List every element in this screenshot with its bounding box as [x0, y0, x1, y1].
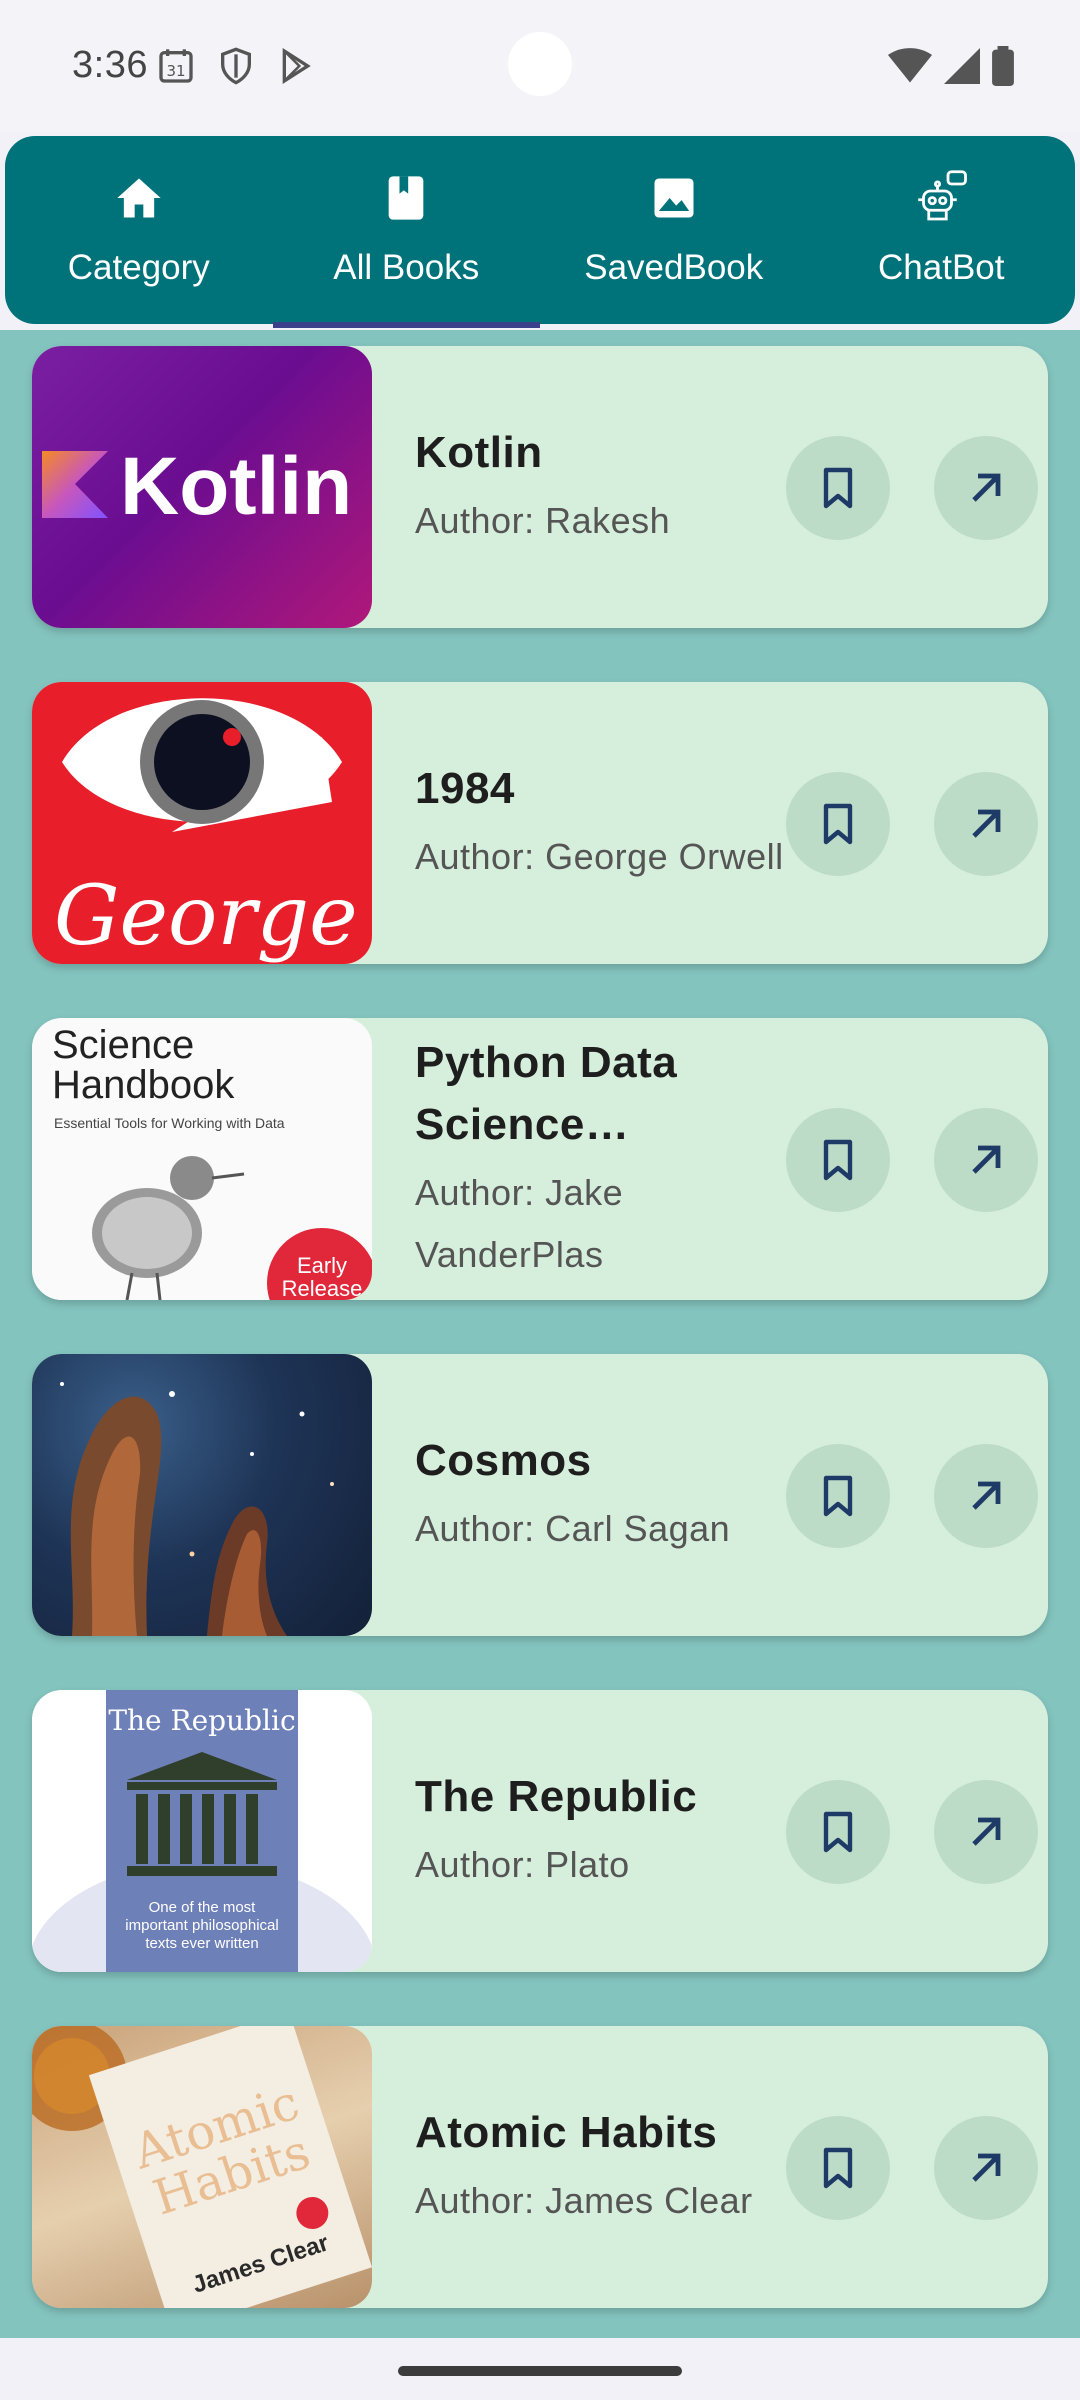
book-icon	[378, 170, 434, 226]
bookmark-icon	[823, 467, 853, 509]
svg-text:Handbook: Handbook	[52, 1063, 235, 1107]
book-list: Kotlin Kotlin Author: Rakesh George 1984…	[32, 346, 1048, 2362]
bookmark-icon	[823, 1811, 853, 1853]
book-card[interactable]: The Republic One of the most important p…	[32, 1690, 1048, 1972]
cover-text: Science	[52, 1023, 194, 1067]
arrow-up-right-icon	[972, 1817, 1001, 1846]
bookmark-icon	[823, 2147, 853, 2189]
bookmark-icon	[823, 1139, 853, 1181]
book-card[interactable]: Kotlin Kotlin Author: Rakesh	[32, 346, 1048, 628]
image-icon	[646, 170, 702, 226]
book-card[interactable]: George 1984 Author: George Orwell	[32, 682, 1048, 964]
book-author: Author: George Orwell	[415, 836, 784, 877]
save-book-button[interactable]	[786, 436, 890, 540]
svg-text:Release: Release	[282, 1276, 363, 1300]
status-right-icons	[888, 46, 1014, 86]
cover-text: Kotlin	[120, 441, 352, 532]
svg-text:One of the most: One of the most	[149, 1899, 257, 1916]
arrow-up-right-icon	[972, 1145, 1001, 1174]
save-book-button[interactable]	[786, 1444, 890, 1548]
book-author: Author: James Clear	[415, 2180, 753, 2221]
play-store-icon	[282, 47, 311, 85]
open-book-button[interactable]	[934, 772, 1038, 876]
book-title: Kotlin	[415, 428, 543, 477]
home-indicator[interactable]	[398, 2366, 682, 2376]
book-list-area: Kotlin Kotlin Author: Rakesh George 1984…	[0, 330, 1080, 2338]
book-title: Atomic Habits	[415, 2108, 718, 2157]
home-icon	[111, 170, 167, 226]
svg-text:important philosophical: important philosophical	[125, 1917, 278, 1934]
svg-text:texts ever written: texts ever written	[145, 1935, 258, 1952]
tab-label: SavedBook	[584, 248, 764, 287]
tab-all-books[interactable]: All Books	[272, 136, 541, 328]
tab-label: ChatBot	[878, 248, 1005, 287]
book-cover-image: Atomic Habits James Clear	[32, 2026, 372, 2308]
open-book-button[interactable]	[934, 1108, 1038, 1212]
book-cover-image	[32, 1354, 372, 1636]
save-book-button[interactable]	[786, 772, 890, 876]
save-book-button[interactable]	[786, 2116, 890, 2220]
save-book-button[interactable]	[786, 1108, 890, 1212]
svg-text:31: 31	[166, 62, 185, 80]
tab-label: All Books	[333, 248, 480, 287]
book-info: Kotlin Author: Rakesh	[415, 346, 805, 628]
open-book-button[interactable]	[934, 1780, 1038, 1884]
arrow-up-right-icon	[972, 809, 1001, 838]
book-title: 1984	[415, 764, 515, 813]
book-author: Author: Carl Sagan	[415, 1508, 731, 1549]
arrow-up-right-icon	[972, 473, 1001, 502]
wifi-icon	[888, 48, 932, 83]
book-title: Python Data Science Handbook	[415, 1038, 678, 1149]
book-author: Author: Plato	[415, 1844, 630, 1885]
open-book-button[interactable]	[934, 1444, 1038, 1548]
book-cover-image: Science Handbook Essential Tools for Wor…	[32, 1018, 372, 1300]
book-title: The Republic	[415, 1772, 698, 1821]
arrow-up-right-icon	[972, 2153, 1001, 2182]
bookmark-icon	[823, 1475, 853, 1517]
book-info: Atomic Habits Author: James Clear	[415, 2026, 805, 2308]
open-book-button[interactable]	[934, 2116, 1038, 2220]
tab-label: Category	[67, 248, 210, 287]
book-card[interactable]: Cosmos Author: Carl Sagan	[32, 1354, 1048, 1636]
cover-text: The Republic	[108, 1704, 295, 1737]
cover-text: George	[54, 869, 358, 964]
save-book-button[interactable]	[786, 1780, 890, 1884]
arrow-up-right-icon	[972, 1481, 1001, 1510]
shield-icon	[221, 47, 251, 85]
robot-icon	[913, 170, 969, 226]
book-info: Cosmos Author: Carl Sagan	[415, 1354, 805, 1636]
tab-category[interactable]: Category	[5, 136, 273, 324]
tab-saved-book[interactable]: SavedBook	[540, 136, 808, 324]
book-info: The Republic Author: Plato	[415, 1690, 805, 1972]
top-navigation-bar: Category All Books SavedBook ChatBot	[5, 136, 1076, 328]
book-title: Cosmos	[415, 1436, 592, 1485]
book-author: Author: Rakesh	[415, 500, 671, 541]
book-card[interactable]: Atomic Habits James Clear Atomic Habits …	[32, 2026, 1048, 2308]
signal-icon	[944, 48, 980, 84]
tab-chatbot[interactable]: ChatBot	[808, 136, 1076, 324]
book-info: 1984 Author: George Orwell	[415, 682, 805, 964]
status-left-icons: 31	[156, 46, 316, 86]
book-cover-image: George	[32, 682, 372, 964]
book-cover-image: Kotlin	[32, 346, 372, 628]
book-card[interactable]: Science Handbook Essential Tools for Wor…	[32, 1018, 1048, 1300]
battery-icon	[992, 46, 1014, 86]
svg-text:Early: Early	[297, 1253, 347, 1278]
open-book-button[interactable]	[934, 436, 1038, 540]
book-author: Author: Jake VanderPlas	[415, 1172, 624, 1275]
cover-subtext: Essential Tools for Working with Data	[54, 1115, 285, 1131]
bookmark-icon	[823, 803, 853, 845]
status-bar: 3:36 31	[0, 0, 1080, 132]
status-time: 3:36	[72, 44, 148, 86]
camera-cutout	[508, 32, 572, 96]
book-info: Python Data Science Handbook Author: Jak…	[415, 1018, 805, 1300]
calendar-icon: 31	[159, 49, 193, 83]
book-cover-image: The Republic One of the most important p…	[32, 1690, 372, 1972]
